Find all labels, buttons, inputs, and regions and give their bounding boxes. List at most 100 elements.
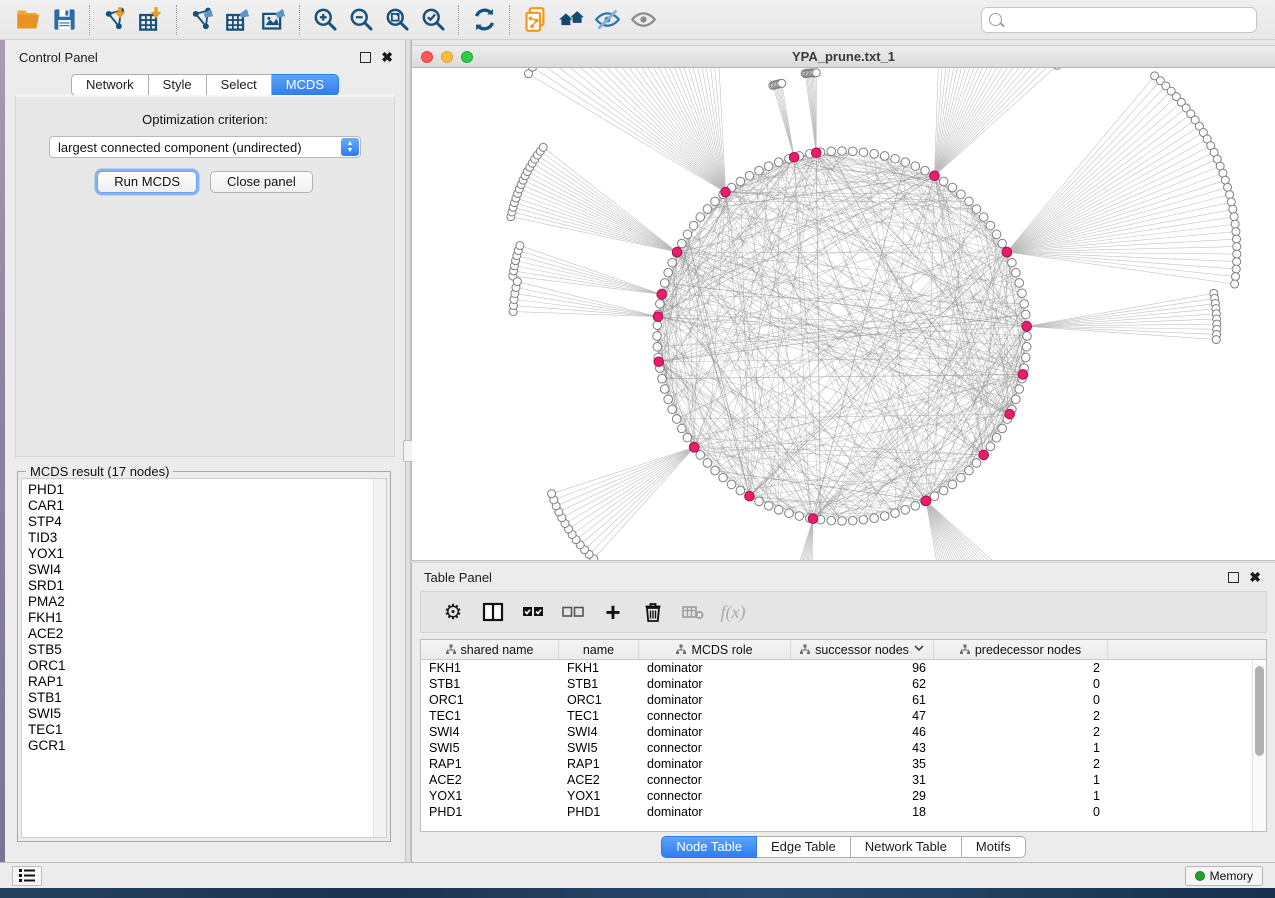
show-all-icon[interactable] (625, 4, 661, 36)
zoom-fit-icon[interactable] (379, 4, 415, 36)
mcds-node[interactable] (811, 148, 821, 158)
column-header-MCDS-role[interactable]: MCDS role (639, 640, 791, 659)
table-options-icon[interactable]: ⚙ (435, 595, 471, 629)
mcds-result-item[interactable]: CAR1 (22, 498, 386, 514)
mcds-node[interactable] (921, 496, 931, 506)
vertical-splitter[interactable] (405, 40, 411, 862)
delete-table-icon[interactable] (675, 595, 711, 629)
mcds-result-item[interactable]: GCR1 (22, 738, 386, 754)
mcds-result-item[interactable]: ACE2 (22, 626, 386, 642)
column-header-shared-name[interactable]: shared name (421, 640, 559, 659)
hide-selected-icon[interactable] (589, 4, 625, 36)
float-table-panel-icon[interactable] (1228, 572, 1239, 583)
mcds-node[interactable] (930, 171, 940, 181)
task-history-button[interactable] (12, 866, 42, 886)
network-window-titlebar[interactable]: YPA_prune.txt_1 (412, 45, 1275, 68)
float-panel-icon[interactable] (360, 52, 371, 63)
close-panel-button[interactable]: Close panel (210, 171, 313, 193)
first-neighbors-icon[interactable] (553, 4, 589, 36)
tab-network-table[interactable]: Network Table (851, 836, 962, 858)
mcds-result-item[interactable]: STB5 (22, 642, 386, 658)
search-input[interactable] (1007, 12, 1249, 27)
mcds-result-item[interactable]: TEC1 (22, 722, 386, 738)
table-row[interactable]: ORC1ORC1dominator610 (421, 692, 1252, 708)
tab-motifs[interactable]: Motifs (962, 836, 1026, 858)
mcds-result-item[interactable]: YOX1 (22, 546, 386, 562)
mcds-node[interactable] (1022, 322, 1032, 332)
tab-mcds[interactable]: MCDS (272, 74, 339, 96)
table-row[interactable]: RAP1RAP1dominator352 (421, 756, 1252, 772)
zoom-selected-icon[interactable] (415, 4, 451, 36)
mcds-node[interactable] (1002, 247, 1012, 257)
network-graph[interactable] (412, 68, 1275, 560)
save-session-icon[interactable] (46, 4, 82, 36)
table-row[interactable]: PHD1PHD1dominator180 (421, 804, 1252, 820)
column-header-predecessor-nodes[interactable]: predecessor nodes (934, 640, 1108, 659)
mcds-node[interactable] (721, 187, 731, 197)
mcds-result-item[interactable]: TID3 (22, 530, 386, 546)
mcds-node[interactable] (979, 450, 989, 460)
mcds-node[interactable] (1005, 409, 1015, 419)
mcds-node[interactable] (1018, 370, 1028, 380)
table-row[interactable]: YOX1YOX1connector291 (421, 788, 1252, 804)
table-row[interactable]: FKH1FKH1dominator962 (421, 660, 1252, 676)
create-column-icon[interactable]: + (595, 595, 631, 629)
mcds-node[interactable] (745, 491, 755, 501)
mcds-result-item[interactable]: SWI4 (22, 562, 386, 578)
open-file-icon[interactable] (10, 4, 46, 36)
mcds-result-item[interactable]: SRD1 (22, 578, 386, 594)
mcds-result-item[interactable]: FKH1 (22, 610, 386, 626)
zoom-in-icon[interactable] (307, 4, 343, 36)
mcds-node[interactable] (808, 514, 818, 524)
table-row[interactable]: STB1STB1dominator620 (421, 676, 1252, 692)
mcds-node[interactable] (789, 153, 799, 163)
zoom-out-icon[interactable] (343, 4, 379, 36)
mcds-node[interactable] (689, 443, 699, 453)
memory-button[interactable]: Memory (1185, 866, 1263, 886)
import-network-icon[interactable] (97, 4, 133, 36)
close-panel-icon[interactable]: ✖ (381, 52, 393, 63)
table-scrollbar[interactable] (1252, 660, 1266, 831)
tab-select[interactable]: Select (207, 74, 272, 96)
new-network-from-selection-icon[interactable] (517, 4, 553, 36)
tab-network[interactable]: Network (71, 74, 149, 96)
network-view-canvas[interactable] (412, 68, 1275, 560)
search-field[interactable] (981, 7, 1257, 33)
mcds-list-scrollbar[interactable] (373, 479, 386, 837)
run-mcds-button[interactable]: Run MCDS (97, 171, 197, 193)
optimization-criterion-select[interactable]: largest connected component (undirected)… (49, 136, 361, 158)
show-columns-icon[interactable] (475, 595, 511, 629)
import-table-icon[interactable] (133, 4, 169, 36)
table-row[interactable]: SWI4SWI4dominator462 (421, 724, 1252, 740)
mcds-result-list[interactable]: PHD1CAR1STP4TID3YOX1SWI4SRD1PMA2FKH1ACE2… (21, 478, 387, 838)
apply-layout-icon[interactable] (466, 4, 502, 36)
mcds-node[interactable] (672, 247, 682, 257)
column-header-successor-nodes[interactable]: successor nodes (791, 640, 934, 659)
select-all-columns-icon[interactable] (515, 595, 551, 629)
table-scrollbar-thumb[interactable] (1255, 666, 1264, 756)
table-row[interactable]: TEC1TEC1connector472 (421, 708, 1252, 724)
table-row[interactable]: ACE2ACE2connector311 (421, 772, 1252, 788)
export-network-icon[interactable] (184, 4, 220, 36)
tab-node-table[interactable]: Node Table (661, 836, 757, 858)
delete-column-icon[interactable] (635, 595, 671, 629)
mcds-result-item[interactable]: STB1 (22, 690, 386, 706)
export-image-icon[interactable] (256, 4, 292, 36)
mcds-result-item[interactable]: STP4 (22, 514, 386, 530)
mcds-node[interactable] (654, 357, 664, 367)
mcds-result-item[interactable]: PHD1 (22, 482, 386, 498)
mcds-node[interactable] (653, 312, 663, 322)
column-header-name[interactable]: name (559, 640, 639, 659)
mcds-result-item[interactable]: RAP1 (22, 674, 386, 690)
table-row[interactable]: SWI5SWI5connector431 (421, 740, 1252, 756)
function-builder-icon[interactable]: f(x) (715, 595, 751, 629)
tab-edge-table[interactable]: Edge Table (757, 836, 851, 858)
export-table-icon[interactable] (220, 4, 256, 36)
mcds-node[interactable] (657, 290, 667, 300)
tab-style[interactable]: Style (149, 74, 207, 96)
mcds-result-item[interactable]: ORC1 (22, 658, 386, 674)
unselect-all-columns-icon[interactable] (555, 595, 591, 629)
close-table-panel-icon[interactable]: ✖ (1249, 572, 1261, 583)
mcds-result-item[interactable]: PMA2 (22, 594, 386, 610)
mcds-result-item[interactable]: SWI5 (22, 706, 386, 722)
